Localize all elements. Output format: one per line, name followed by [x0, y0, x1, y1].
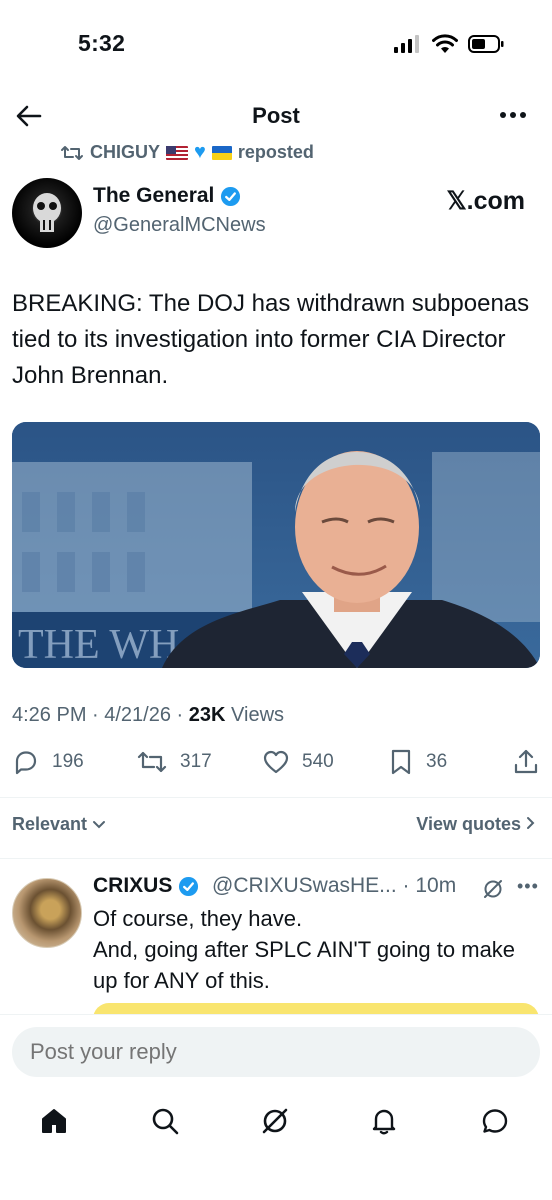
status-icons — [394, 34, 504, 54]
search-icon — [152, 1108, 179, 1135]
repost-user: CHIGUY — [90, 142, 161, 162]
divider — [0, 797, 552, 798]
verified-badge-icon — [179, 876, 199, 896]
bookmark-count: 36 — [426, 751, 448, 772]
repost-indicator[interactable]: CHIGUY ♥ reposted — [60, 141, 314, 164]
home-icon — [42, 1109, 66, 1133]
podium-sign-text: THE WH — [18, 622, 179, 668]
reply-line-1: Of course, they have. — [93, 906, 303, 931]
skull-logo-icon — [33, 193, 61, 232]
comment-icon — [15, 751, 37, 775]
more-horizontal-icon[interactable]: ••• — [517, 876, 539, 897]
author-handle[interactable]: @GeneralMCNews — [93, 214, 266, 237]
tab-messages[interactable] — [475, 1101, 515, 1141]
tab-bar — [0, 1101, 552, 1141]
author-avatar[interactable] — [12, 178, 82, 248]
reply-text: Of course, they have. And, going after S… — [93, 903, 543, 996]
divider — [0, 858, 552, 859]
reply-input[interactable] — [12, 1027, 540, 1077]
grok-icon[interactable] — [482, 878, 504, 900]
views-label: Views — [225, 704, 285, 726]
reply-author-name-text: CRIXUS — [93, 874, 173, 897]
ukraine-flag-icon — [211, 145, 232, 160]
repost-icon — [137, 751, 167, 773]
reply-handle-time: @CRIXUSwasHE... · 10m — [212, 874, 457, 897]
battery-icon — [468, 35, 504, 53]
repost-button[interactable]: 317 — [136, 748, 212, 776]
message-icon — [482, 1109, 508, 1133]
tweet-text: BREAKING: The DOJ has withdrawn subpoena… — [12, 290, 530, 389]
reply-line-2: And, going after SPLC AIN'T going to mak… — [93, 937, 516, 993]
repost-icon — [61, 145, 83, 160]
blue-heart-icon: ♥ — [194, 141, 206, 163]
source-label: 𝕏.com — [446, 187, 526, 215]
view-quotes-label: View quotes — [416, 814, 521, 834]
view-quotes-link[interactable]: View quotes — [416, 814, 536, 835]
repost-count: 317 — [180, 751, 212, 772]
author-name-text: The General — [93, 184, 215, 207]
tweet-image[interactable]: THE WH — [12, 422, 540, 668]
post-header: Post — [0, 95, 552, 137]
tab-grok[interactable] — [255, 1101, 295, 1141]
heart-icon — [263, 750, 289, 774]
more-horizontal-icon[interactable] — [498, 105, 528, 125]
bookmark-button[interactable]: 36 — [388, 748, 447, 776]
reply-author-name[interactable]: CRIXUS — [93, 874, 199, 898]
tab-home[interactable] — [34, 1101, 74, 1141]
sort-relevant-dropdown[interactable]: Relevant — [12, 814, 106, 835]
like-button[interactable]: 540 — [262, 748, 334, 776]
tab-notifications[interactable] — [364, 1101, 404, 1141]
status-bar: 5:32 — [0, 0, 552, 80]
bookmark-icon — [391, 749, 411, 775]
wifi-icon — [432, 34, 458, 53]
reply-count: 196 — [52, 751, 84, 772]
like-count: 540 — [302, 751, 334, 772]
reply-avatar[interactable] — [12, 878, 82, 948]
action-bar: 196 317 540 36 — [12, 748, 540, 784]
grok-icon — [262, 1108, 288, 1134]
views-count: 23K — [188, 704, 226, 726]
post-meta: 4:26 PM · 4/21/26 · 23K Views — [12, 704, 284, 727]
repost-suffix: reposted — [237, 142, 314, 162]
share-button[interactable] — [512, 748, 540, 776]
reply-button[interactable]: 196 — [12, 748, 84, 776]
share-icon — [514, 749, 538, 774]
tab-search[interactable] — [145, 1101, 185, 1141]
chevron-down-icon — [93, 821, 106, 829]
bell-icon — [372, 1109, 396, 1135]
bottom-area — [0, 1014, 552, 1200]
verified-badge-icon — [221, 186, 241, 206]
chevron-right-icon — [527, 817, 535, 829]
author-name[interactable]: The General — [93, 184, 241, 208]
sort-label: Relevant — [12, 814, 88, 834]
post-timestamp: 4:26 PM · 4/21/26 · — [12, 704, 189, 726]
us-flag-icon — [166, 145, 189, 160]
cellular-signal-icon — [394, 35, 419, 53]
page-title: Post — [252, 103, 300, 128]
status-time: 5:32 — [78, 30, 126, 56]
